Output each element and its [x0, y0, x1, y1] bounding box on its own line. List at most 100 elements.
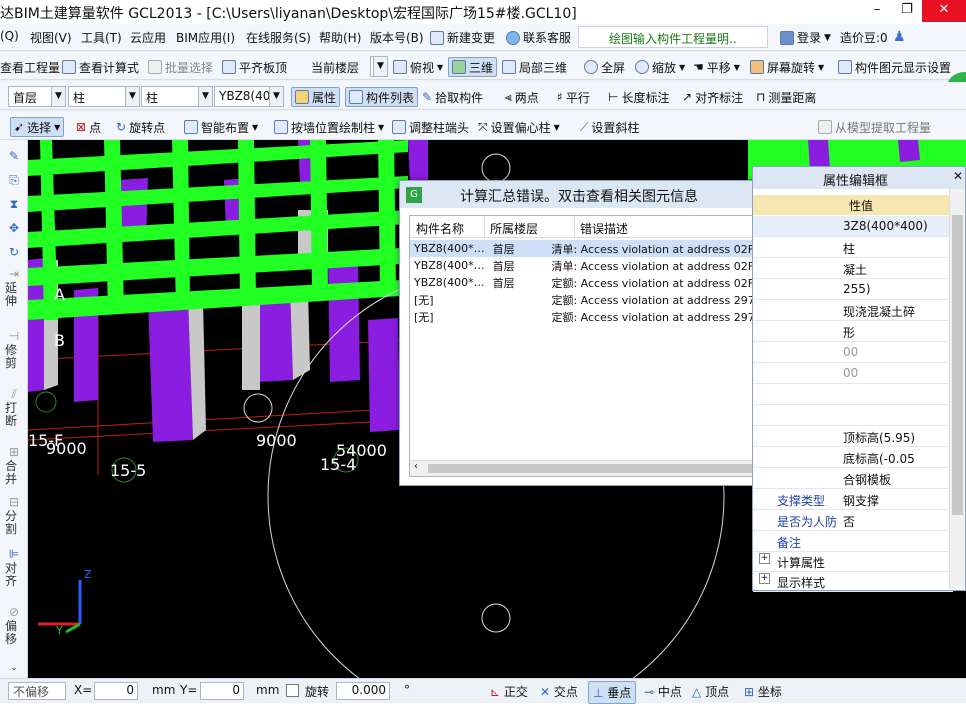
measure-button[interactable]: ⊓ 测量距离: [756, 87, 816, 107]
close-button[interactable]: ✕: [922, 0, 966, 22]
menu-item-tools[interactable]: 工具(T): [81, 29, 122, 46]
menu-item-online[interactable]: 在线服务(S): [246, 29, 311, 46]
extend-tool[interactable]: 延伸: [4, 282, 18, 308]
properties-button[interactable]: 属性: [291, 87, 341, 107]
property-row[interactable]: 00: [753, 342, 953, 363]
floor-scope-dropdown[interactable]: ▼: [370, 56, 388, 77]
brush-icon[interactable]: ✎: [4, 150, 24, 163]
login-button[interactable]: 登录 ▼: [780, 29, 831, 46]
property-row[interactable]: 00: [753, 363, 953, 384]
property-value[interactable]: 255): [843, 282, 871, 296]
offset-tool[interactable]: 偏移: [4, 620, 18, 646]
pan-button[interactable]: ☚ 平移 ▼: [693, 57, 740, 77]
draw-by-wall-button[interactable]: 按墙位置绘制柱 ▼: [274, 117, 384, 137]
component-select[interactable]: YBZ8(40(▼: [214, 86, 284, 107]
property-value[interactable]: 现浇混凝土碎: [843, 303, 915, 320]
adjust-end-button[interactable]: 调整柱端头: [392, 117, 469, 137]
copy-icon[interactable]: ⎘: [4, 174, 24, 187]
property-value[interactable]: 否: [843, 513, 855, 530]
x-input[interactable]: 0: [94, 682, 138, 700]
property-row[interactable]: 柱: [753, 237, 953, 258]
menu-item-bim[interactable]: BIM应用(I): [176, 29, 235, 46]
menu-item-version[interactable]: 版本号(B): [370, 29, 424, 46]
expand-icon[interactable]: +: [759, 553, 770, 564]
snap-perp[interactable]: ⊥ 垂点: [588, 681, 637, 704]
scroll-thumb[interactable]: [952, 215, 963, 515]
property-row[interactable]: 底标高(-0.05: [753, 447, 953, 468]
set-offset-button[interactable]: ⤧ 设置偏心柱 ▼: [478, 117, 560, 137]
snap-mid[interactable]: ⊸ 中点: [644, 683, 682, 700]
snap-coord[interactable]: ⊞ 坐标: [744, 683, 782, 700]
snap-ortho[interactable]: ⊾ 正交: [490, 683, 528, 700]
y-input[interactable]: 0: [200, 682, 244, 700]
move-icon[interactable]: ✥: [4, 222, 24, 235]
col-floor-header[interactable]: 所属楼层: [490, 220, 538, 237]
notice-bar[interactable]: 绘图输入构件工程量明..: [578, 26, 768, 48]
menu-item-help[interactable]: 帮助(H): [319, 29, 361, 46]
property-row[interactable]: 顶标高(5.95): [753, 426, 953, 447]
length-dim-button[interactable]: ⊢ 长度标注: [608, 87, 669, 107]
property-row[interactable]: 形: [753, 321, 953, 342]
property-row[interactable]: 凝土: [753, 258, 953, 279]
align-dim-button[interactable]: ↗ 对齐标注: [682, 87, 743, 107]
group-display-style[interactable]: + 显示样式: [753, 571, 953, 592]
view-formula-button[interactable]: 查看计算式: [62, 57, 139, 77]
type-select[interactable]: 柱 ▼: [141, 86, 213, 107]
menu-item-cloud[interactable]: 云应用: [130, 29, 166, 46]
bell-icon[interactable]: ♟: [893, 29, 906, 45]
top-view-button[interactable]: 俯视 ▼: [393, 57, 443, 77]
rotate-screen-button[interactable]: 屏幕旋转 ▼: [750, 57, 824, 77]
full-screen-button[interactable]: 全屏: [584, 57, 625, 77]
menu-item-q[interactable]: (Q): [0, 29, 19, 43]
property-value[interactable]: 顶标高(5.95): [843, 429, 915, 446]
local-3d-button[interactable]: 局部三维: [502, 57, 567, 77]
align-tool[interactable]: 对齐: [4, 562, 18, 588]
property-row[interactable]: [753, 405, 953, 426]
batch-select-button[interactable]: 批量选择: [148, 57, 213, 77]
set-slant-button[interactable]: ⟋ 设置斜柱: [580, 117, 639, 137]
two-points-button[interactable]: ⫷ 两点: [505, 87, 539, 107]
expand-icon[interactable]: +: [759, 573, 770, 584]
property-value[interactable]: 柱: [843, 240, 855, 257]
contact-support-button[interactable]: 联系客服: [506, 29, 571, 46]
property-value[interactable]: 3Z8(400*400): [843, 219, 928, 233]
category-select[interactable]: 柱 ▼: [68, 86, 140, 107]
property-value[interactable]: 00: [843, 366, 858, 380]
property-value[interactable]: 底标高(-0.05: [843, 450, 915, 467]
level-slab-button[interactable]: 平齐板顶: [222, 57, 287, 77]
pick-component-button[interactable]: ✎ 拾取构件: [422, 87, 483, 107]
property-row[interactable]: 支撑类型 钢支撑: [753, 489, 953, 510]
property-row[interactable]: 3Z8(400*400): [753, 216, 953, 237]
mirror-icon[interactable]: ⧗: [4, 198, 24, 211]
smart-layout-button[interactable]: 智能布置 ▼: [184, 117, 258, 137]
property-value[interactable]: 凝土: [843, 261, 867, 278]
property-value[interactable]: 形: [843, 324, 855, 341]
extract-qty-button[interactable]: 从模型提取工程量: [818, 117, 931, 137]
property-value[interactable]: 合钢模板: [843, 471, 891, 488]
property-row[interactable]: [753, 384, 953, 405]
current-floor-button[interactable]: 当前楼层: [311, 57, 359, 77]
expand-icon[interactable]: ⌄: [4, 662, 24, 675]
minimize-button[interactable]: –: [862, 0, 892, 22]
view-qty-button[interactable]: 查看工程量: [0, 57, 60, 77]
point-button[interactable]: ⊠ 点: [76, 117, 101, 137]
property-row[interactable]: 合钢模板: [753, 468, 953, 489]
property-value[interactable]: 00: [843, 345, 858, 359]
col-desc-header[interactable]: 错误描述: [580, 220, 628, 237]
trim-tool[interactable]: 修剪: [4, 344, 18, 370]
scroll-left-icon[interactable]: ‹: [414, 461, 418, 472]
menu-item-view[interactable]: 视图(V): [30, 29, 72, 46]
snap-vertex[interactable]: △ 顶点: [692, 683, 729, 700]
rotate-input[interactable]: 0.000: [336, 682, 390, 700]
new-change-button[interactable]: 新建变更: [430, 29, 495, 46]
break-tool[interactable]: 打断: [4, 402, 18, 428]
group-calc-properties[interactable]: + 计算属性: [753, 551, 953, 572]
3d-view-button[interactable]: 三维: [448, 57, 498, 77]
property-value[interactable]: 钢支撑: [843, 492, 879, 509]
rotate-point-button[interactable]: ↻ 旋转点: [116, 117, 165, 137]
split-tool[interactable]: 分割: [4, 510, 18, 536]
merge-tool[interactable]: 合并: [4, 460, 18, 486]
col-name-header[interactable]: 构件名称: [416, 220, 464, 237]
select-button[interactable]: ➹ 选择 ▼: [10, 117, 65, 137]
display-settings-button[interactable]: 构件图元显示设置: [838, 57, 951, 77]
